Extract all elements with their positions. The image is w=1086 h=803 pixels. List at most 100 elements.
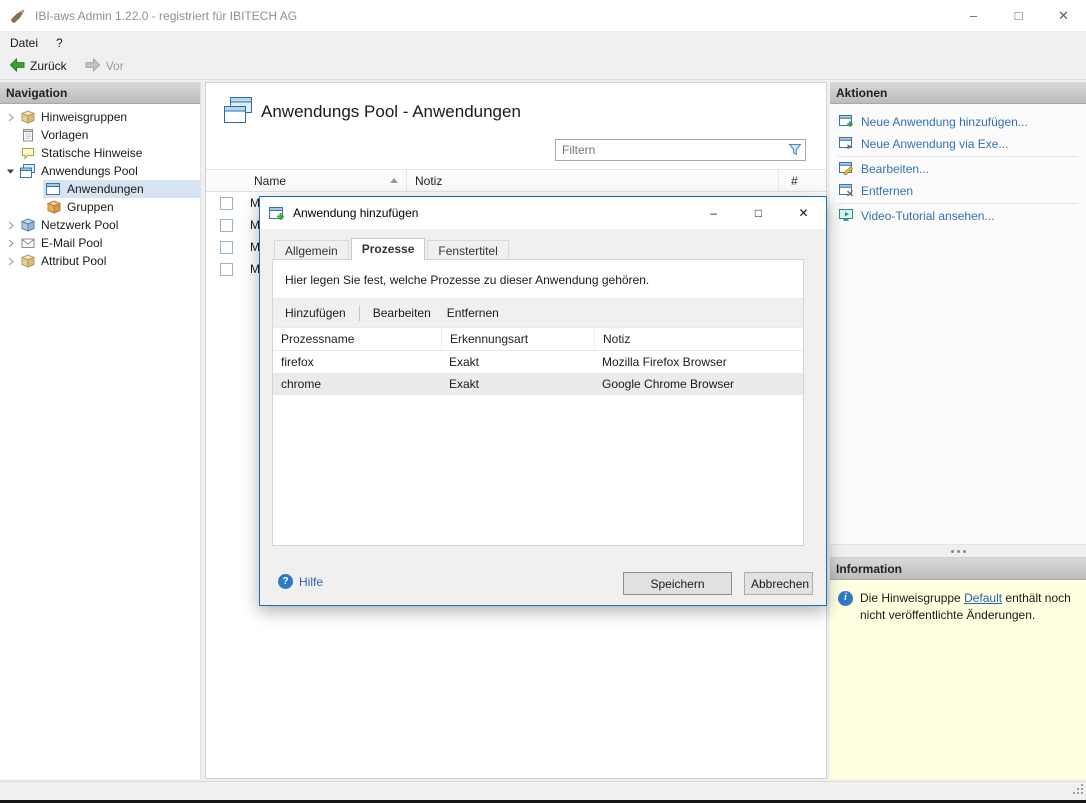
resize-grip-icon[interactable] [1071,782,1084,798]
actions-divider [838,156,1078,157]
dialog-tabs: Allgemein Prozesse Fenstertitel [274,238,511,260]
sidebar-item-vorlagen[interactable]: Vorlagen [0,126,200,144]
menu-help[interactable]: ? [48,34,71,52]
tab-prozesse[interactable]: Prozesse [351,238,426,260]
header-checkbox-column [206,170,246,191]
sidebar-item-label: Attribut Pool [41,254,106,268]
maximize-button[interactable]: □ [996,0,1041,31]
row-checkbox[interactable] [220,197,233,210]
close-button[interactable]: ✕ [1041,0,1086,31]
minimize-button[interactable]: – [951,0,996,31]
sidebar-item-anwendungen[interactable]: Anwendungen [0,180,200,198]
sidebar-item-anwendungs-pool[interactable]: Anwendungs Pool [0,162,200,180]
splitter-grip-icon [957,550,960,553]
dialog-close-button[interactable]: ✕ [781,197,826,229]
processes-tab-panel: Hier legen Sie fest, welche Prozesse zu … [272,259,804,546]
window-icon [45,182,62,196]
chevron-right-icon[interactable] [4,221,17,230]
dialog-controls: – □ ✕ [691,197,826,229]
back-button[interactable]: Zurück [0,53,76,79]
remove-process-button[interactable]: Entfernen [439,302,507,324]
row-checkbox[interactable] [220,241,233,254]
row-checkbox[interactable] [220,219,233,232]
help-icon: ? [278,574,293,589]
tab-allgemein[interactable]: Allgemein [274,240,349,260]
help-link[interactable]: ? Hilfe [278,574,323,589]
sidebar-item-gruppen[interactable]: Gruppen [0,198,200,216]
action-new-application[interactable]: Neue Anwendung hinzufügen... [830,111,1086,133]
actions-header: Aktionen [830,82,1086,104]
dialog-window-plus-icon [269,205,285,221]
processes-description: Hier legen Sie fest, welche Prozesse zu … [273,260,803,298]
dialog-footer: ? Hilfe Speichern Abbrechen [260,547,826,605]
chevron-down-icon[interactable] [4,167,17,176]
notepad-icon [19,128,36,142]
video-tutorial-icon [839,208,854,225]
dialog-titlebar: Anwendung hinzufügen – □ ✕ [260,197,826,229]
sidebar-item-label: E-Mail Pool [41,236,102,250]
column-header-name[interactable]: Name [246,170,406,191]
action-label: Neue Anwendung via Exe... [861,137,1008,151]
process-row-firefox[interactable]: firefox Exakt Mozilla Firefox Browser [273,351,803,373]
back-label: Zurück [30,59,67,73]
new-window-exe-icon [839,136,854,153]
column-header-erkennungsart[interactable]: Erkennungsart [441,328,594,350]
box-icon [19,110,36,124]
actions-divider [838,203,1078,204]
cancel-button[interactable]: Abbrechen [744,572,813,595]
edit-process-button[interactable]: Bearbeiten [365,302,439,324]
status-bar [0,781,1086,800]
sidebar-item-hinweisgruppen[interactable]: Hinweisgruppen [0,108,200,126]
dialog-minimize-button[interactable]: – [691,197,736,229]
action-edit[interactable]: Bearbeiten... [830,158,1086,180]
action-label: Bearbeiten... [861,162,929,176]
filter-box [555,139,806,161]
right-panel: Aktionen Neue Anwendung hinzufügen... Ne… [830,82,1086,779]
default-group-link[interactable]: Default [964,591,1002,605]
panel-splitter[interactable] [830,544,1086,558]
row-checkbox[interactable] [220,263,233,276]
sort-ascending-icon [390,178,398,183]
chevron-right-icon[interactable] [4,113,17,122]
action-new-application-via-exe[interactable]: Neue Anwendung via Exe... [830,133,1086,155]
processes-table-header: Prozessname Erkennungsart Notiz [273,328,803,351]
sidebar-item-label: Netzwerk Pool [41,218,118,232]
column-header-notiz[interactable]: Notiz [406,170,778,191]
menubar: Datei ? [0,32,1086,53]
column-header-count[interactable]: # [778,170,826,191]
window-title: IBI-aws Admin 1.22.0 - registriert für I… [35,9,297,23]
envelope-icon [19,236,36,250]
save-button[interactable]: Speichern [623,572,732,595]
sidebar-item-label: Statische Hinweise [41,146,142,160]
column-header-prozessname[interactable]: Prozessname [273,328,441,350]
information-panel: i Die Hinweisgruppe Default enthält noch… [830,580,1086,779]
filter-input[interactable] [555,139,806,161]
information-header: Information [830,558,1086,580]
action-label: Neue Anwendung hinzufügen... [861,115,1028,129]
sidebar-item-statische-hinweise[interactable]: Statische Hinweise [0,144,200,162]
titlebar: IBI-aws Admin 1.22.0 - registriert für I… [0,0,1086,32]
action-label: Video-Tutorial ansehen... [861,209,994,223]
sidebar-item-netzwerk-pool[interactable]: Netzwerk Pool [0,216,200,234]
speech-bubble-icon [19,146,36,160]
forward-button[interactable]: Vor [76,53,133,79]
chevron-right-icon[interactable] [4,239,17,248]
action-remove[interactable]: Entfernen [830,180,1086,202]
column-header-notiz[interactable]: Notiz [594,328,803,350]
chevron-right-icon[interactable] [4,257,17,266]
action-label: Entfernen [861,184,913,198]
group-cube-icon [45,200,62,214]
back-arrow-icon [9,58,25,75]
info-icon: i [838,591,853,606]
dialog-maximize-button[interactable]: □ [736,197,781,229]
sidebar-item-attribut-pool[interactable]: Attribut Pool [0,252,200,270]
filter-funnel-icon[interactable] [788,143,802,159]
add-process-button[interactable]: Hinzufügen [277,302,354,324]
sidebar-item-email-pool[interactable]: E-Mail Pool [0,234,200,252]
navigation-panel: Navigation Hinweisgruppen Vorlagen Stati… [0,82,201,779]
network-cube-icon [19,218,36,232]
process-row-chrome[interactable]: chrome Exakt Google Chrome Browser [273,373,803,395]
action-video-tutorial[interactable]: Video-Tutorial ansehen... [830,205,1086,227]
menu-datei[interactable]: Datei [0,34,48,52]
tab-fenstertitel[interactable]: Fenstertitel [427,240,508,260]
